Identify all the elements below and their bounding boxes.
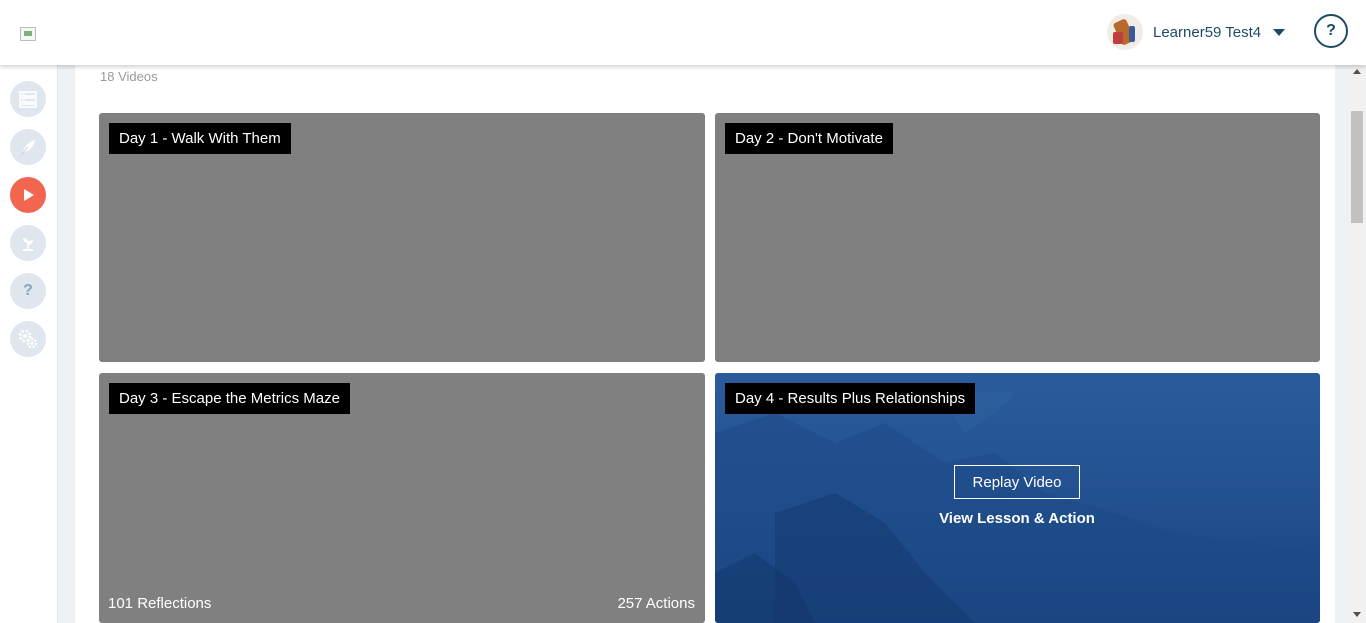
sidebar-item-growth[interactable] [10,225,46,261]
replay-video-button[interactable]: Replay Video [954,465,1080,499]
sidebar-item-settings[interactable] [10,321,46,357]
video-card-day-3[interactable]: Day 3 - Escape the Metrics Maze 101 Refl… [99,373,705,623]
main-content: 18 Videos Day 1 - Walk With Them Day 2 -… [75,65,1335,623]
video-card-day-2[interactable]: Day 2 - Don't Motivate [715,113,1320,362]
video-title: Day 1 - Walk With Them [109,123,291,154]
video-title: Day 2 - Don't Motivate [725,123,893,154]
video-count: 18 Videos [100,69,158,84]
user-name[interactable]: Learner59 Test4 [1153,24,1261,41]
sidebar-item-feather[interactable] [10,129,46,165]
actions-count[interactable]: 257 Actions [617,595,695,612]
sidebar-item-help[interactable]: ? [10,273,46,309]
sidebar: ? [0,65,58,623]
sprout-icon [23,238,33,251]
caret-down-icon[interactable] [1273,28,1286,36]
play-icon [24,189,34,201]
question-icon: ? [23,282,33,299]
video-card-day-4[interactable]: Day 4 - Results Plus Relationships Repla… [715,373,1320,623]
video-card-day-1[interactable]: Day 1 - Walk With Them [99,113,705,362]
help-button[interactable]: ? [1314,14,1348,48]
sidebar-item-list[interactable] [10,81,46,117]
sidebar-item-videos[interactable] [10,177,46,213]
top-bar: Learner59 Test4 ? [0,0,1366,65]
scrollbar-thumb[interactable] [1351,111,1363,223]
user-menu[interactable]: Learner59 Test4 [1107,14,1286,50]
feather-icon [20,140,35,156]
avatar[interactable] [1107,14,1143,50]
broken-image-icon[interactable] [20,27,36,41]
scroll-down-icon[interactable] [1353,612,1361,617]
view-lesson-action-link[interactable]: View Lesson & Action [895,510,1139,527]
vertical-scrollbar[interactable] [1349,65,1366,623]
video-title: Day 4 - Results Plus Relationships [725,383,976,414]
list-icon [19,91,37,108]
reflections-count[interactable]: 101 Reflections [108,595,211,612]
video-title: Day 3 - Escape the Metrics Maze [109,383,350,414]
scroll-up-icon[interactable] [1353,69,1361,74]
gears-icon [18,329,38,349]
